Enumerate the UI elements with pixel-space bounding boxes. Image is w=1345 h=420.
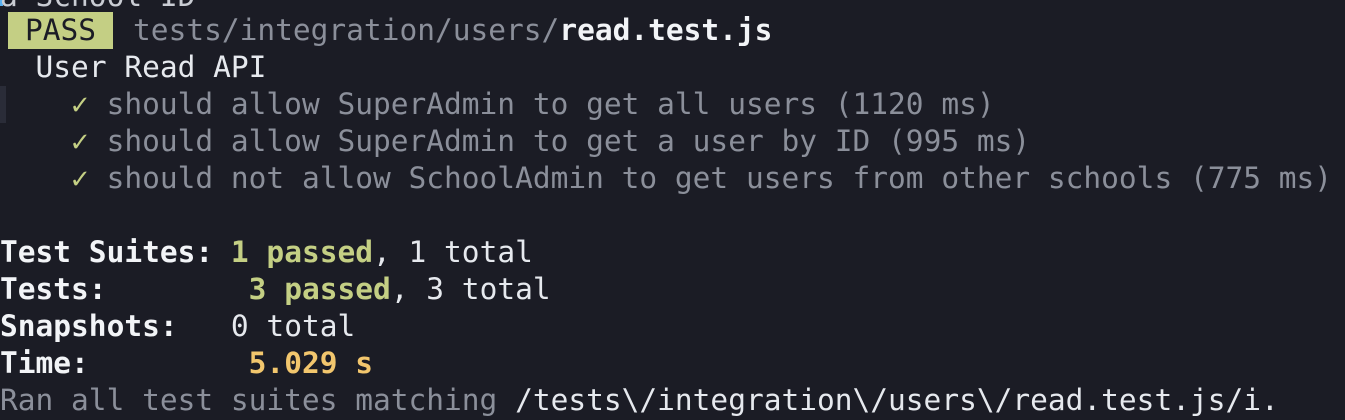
tests-passed: 3 passed: [248, 272, 391, 306]
check-icon: ✓: [71, 87, 89, 121]
test-case-duration: (775 ms): [1189, 161, 1333, 195]
tests-total: , 3 total: [390, 272, 551, 306]
ran-pattern: /tests\/integration\/users\/read.test.js…: [515, 383, 1279, 417]
suites-label: Test Suites:: [0, 235, 214, 269]
test-case-row: ✓ should allow SuperAdmin to get all use…: [0, 86, 995, 123]
test-case-name: should not allow SchoolAdmin to get user…: [106, 161, 1173, 195]
check-icon: ✓: [71, 124, 89, 158]
test-case-duration: (995 ms): [888, 124, 1031, 158]
describe-block: User Read API: [0, 49, 267, 86]
test-case-row: ✓ should allow SuperAdmin to get a user …: [0, 123, 1030, 160]
test-case-duration: (1120 ms): [834, 87, 995, 121]
check-icon: ✓: [71, 161, 89, 195]
snapshots-label: Snapshots:: [0, 309, 178, 343]
terminal-output: a School ID PASStests/integration/users/…: [0, 0, 1345, 420]
time-label: Time:: [0, 346, 89, 380]
summary-time: Time: 5.029 s: [0, 345, 373, 382]
tests-label: Tests:: [0, 272, 107, 306]
test-case-name: should allow SuperAdmin to get a user by…: [106, 124, 871, 158]
suites-passed: 1 passed: [230, 235, 373, 269]
test-case-row: ✓ should not allow SchoolAdmin to get us…: [0, 160, 1332, 197]
summary-snapshots: Snapshots: 0 total: [0, 308, 355, 345]
test-file-name: read.test.js: [559, 13, 773, 47]
snapshots-value: 0 total: [230, 309, 356, 343]
test-file-result: PASS tests/integration/users/read.test.js: [0, 12, 772, 49]
suites-total: , 1 total: [373, 235, 533, 269]
summary-tests: Tests: 3 passed, 3 total: [0, 271, 551, 308]
time-value: 5.029 s: [248, 346, 373, 380]
ran-summary: Ran all test suites matching /tests\/int…: [0, 382, 1279, 419]
test-file-dir: tests/integration/users/: [133, 13, 560, 47]
describe-title: User Read API: [35, 50, 267, 84]
summary-suites: Test Suites: 1 passed, 1 total: [0, 234, 533, 271]
ran-prefix: Ran all test suites matching: [0, 383, 516, 417]
pass-badge: PASS: [8, 12, 114, 49]
test-case-name: should allow SuperAdmin to get all users: [106, 87, 817, 121]
